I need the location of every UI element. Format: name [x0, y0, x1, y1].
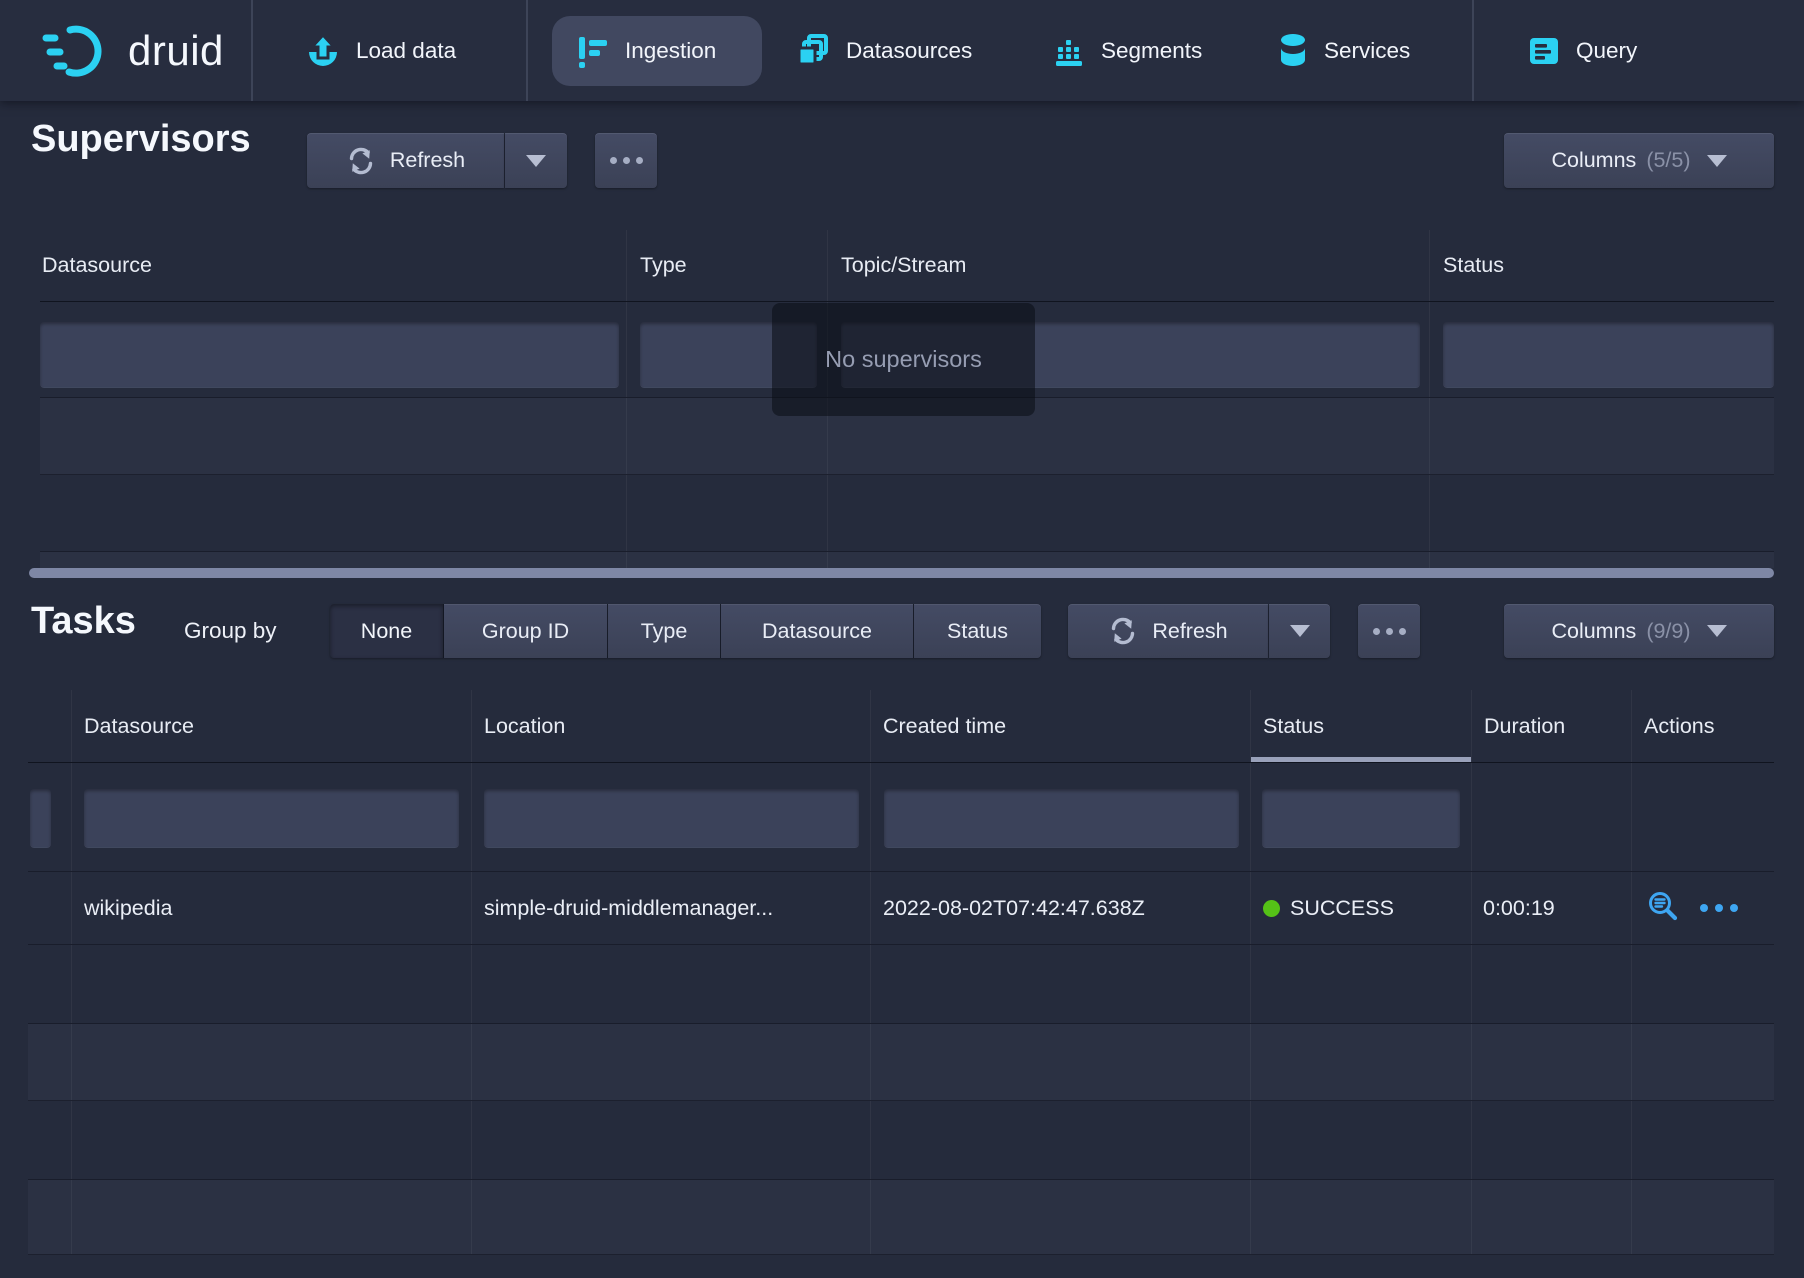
- supervisor-filter-datasource[interactable]: [40, 322, 619, 388]
- nav-divider: [526, 0, 528, 101]
- task-datasource: wikipedia: [72, 872, 472, 944]
- empty-row: [28, 1101, 1774, 1180]
- tasks-refresh-dropdown[interactable]: [1269, 604, 1330, 658]
- empty-row: [28, 1180, 1774, 1255]
- task-filter-created-time[interactable]: [884, 789, 1239, 848]
- no-supervisors-message: No supervisors: [772, 303, 1035, 416]
- refresh-label: Refresh: [1152, 619, 1227, 644]
- task-filter-id[interactable]: [30, 789, 51, 848]
- column-header-status-sorted[interactable]: Status: [1251, 690, 1472, 762]
- tasks-table: Datasource Location Created time Status …: [28, 690, 1774, 1255]
- column-header-duration[interactable]: Duration: [1472, 690, 1632, 762]
- empty-row: [40, 475, 1774, 552]
- task-created-time: 2022-08-02T07:42:47.638Z: [871, 872, 1251, 944]
- supervisors-more-button[interactable]: [595, 133, 657, 188]
- column-header-datasource[interactable]: Datasource: [40, 230, 627, 301]
- supervisors-title: Supervisors: [31, 118, 251, 161]
- task-status-cell: SUCCESS: [1251, 872, 1472, 944]
- group-by-status-button[interactable]: Status: [914, 604, 1041, 658]
- druid-logo[interactable]: druid: [40, 0, 224, 101]
- supervisors-table: Datasource Type Topic/Stream Status No s…: [40, 230, 1774, 568]
- ingestion-icon: [576, 34, 610, 68]
- group-by-group-id-button[interactable]: Group ID: [444, 604, 608, 658]
- tasks-columns-button[interactable]: Columns (9/9): [1504, 604, 1774, 658]
- nav-item-datasources[interactable]: Datasources: [795, 0, 972, 101]
- nav-item-label: Ingestion: [625, 38, 716, 64]
- columns-count: (5/5): [1646, 148, 1690, 173]
- group-by-none-button[interactable]: None: [330, 604, 444, 658]
- nav-item-query[interactable]: Query: [1527, 0, 1637, 101]
- supervisors-refresh-button[interactable]: Refresh: [307, 133, 504, 188]
- chevron-down-icon: [1707, 155, 1727, 167]
- task-status: SUCCESS: [1290, 896, 1394, 921]
- refresh-label: Refresh: [390, 148, 465, 173]
- group-by-datasource-button[interactable]: Datasource: [721, 604, 914, 658]
- services-icon: [1277, 32, 1309, 70]
- supervisor-filter-status[interactable]: [1443, 322, 1774, 388]
- task-filter-status[interactable]: [1262, 789, 1460, 848]
- more-icon: [610, 157, 643, 164]
- empty-row: [28, 1024, 1774, 1101]
- query-icon: [1527, 34, 1561, 68]
- task-details-magnifier-icon[interactable]: [1646, 890, 1682, 926]
- refresh-icon: [1108, 616, 1138, 646]
- columns-label: Columns: [1551, 619, 1636, 644]
- datasources-icon: [795, 33, 831, 69]
- nav-item-ingestion-active[interactable]: Ingestion: [552, 16, 762, 86]
- task-more-actions-icon[interactable]: [1700, 904, 1738, 912]
- tasks-title: Tasks: [31, 600, 136, 643]
- task-duration: 0:00:19: [1472, 872, 1632, 944]
- column-header-location[interactable]: Location: [472, 690, 871, 762]
- chevron-down-icon: [526, 155, 546, 167]
- chevron-down-icon: [1707, 625, 1727, 637]
- tasks-more-button[interactable]: [1358, 604, 1420, 658]
- nav-item-label: Datasources: [846, 38, 972, 64]
- refresh-icon: [346, 146, 376, 176]
- task-filter-datasource[interactable]: [84, 789, 459, 848]
- group-by-type-button[interactable]: Type: [608, 604, 721, 658]
- column-header-status[interactable]: Status: [1430, 230, 1774, 301]
- top-navbar: druid Load data Ingestion: [0, 0, 1804, 101]
- nav-item-label: Segments: [1101, 38, 1202, 64]
- group-by-button-group: None Group ID Type Datasource Status: [330, 604, 1041, 658]
- nav-item-segments[interactable]: Segments: [1052, 0, 1202, 101]
- horizontal-scrollbar[interactable]: [29, 568, 1774, 578]
- sort-indicator: [1251, 757, 1471, 762]
- druid-logo-icon: [40, 22, 112, 80]
- tasks-toolbar: Tasks Group by None Group ID Type Dataso…: [0, 604, 1804, 658]
- columns-count: (9/9): [1646, 619, 1690, 644]
- task-location: simple-druid-middlemanager...: [472, 872, 871, 944]
- nav-item-load-data[interactable]: Load data: [305, 0, 456, 101]
- segments-icon: [1052, 34, 1086, 68]
- task-actions-cell: [1632, 872, 1774, 944]
- group-by-label: Group by: [184, 618, 277, 644]
- column-header-id[interactable]: [28, 690, 72, 762]
- task-row-wikipedia: wikipedia simple-druid-middlemanager... …: [28, 872, 1774, 945]
- logo-wordmark: druid: [128, 27, 224, 75]
- column-header-type[interactable]: Type: [627, 230, 828, 301]
- status-success-dot: [1263, 900, 1280, 917]
- column-header-created-time[interactable]: Created time: [871, 690, 1251, 762]
- task-filter-location[interactable]: [484, 789, 859, 848]
- nav-divider: [251, 0, 253, 101]
- supervisors-refresh-dropdown[interactable]: [505, 133, 567, 188]
- nav-item-label: Services: [1324, 38, 1410, 64]
- nav-item-services[interactable]: Services: [1277, 0, 1410, 101]
- column-header-datasource[interactable]: Datasource: [72, 690, 472, 762]
- column-header-actions[interactable]: Actions: [1632, 690, 1774, 762]
- chevron-down-icon: [1290, 625, 1310, 637]
- empty-row: [40, 552, 1774, 568]
- tasks-refresh-button[interactable]: Refresh: [1068, 604, 1268, 658]
- nav-divider: [1472, 0, 1474, 101]
- nav-item-label: Load data: [356, 38, 456, 64]
- supervisors-columns-button[interactable]: Columns (5/5): [1504, 133, 1774, 188]
- more-icon: [1373, 628, 1406, 635]
- nav-item-label: Query: [1576, 38, 1637, 64]
- column-header-topic-stream[interactable]: Topic/Stream: [828, 230, 1430, 301]
- empty-row: [28, 945, 1774, 1024]
- columns-label: Columns: [1551, 148, 1636, 173]
- upload-icon: [305, 33, 341, 69]
